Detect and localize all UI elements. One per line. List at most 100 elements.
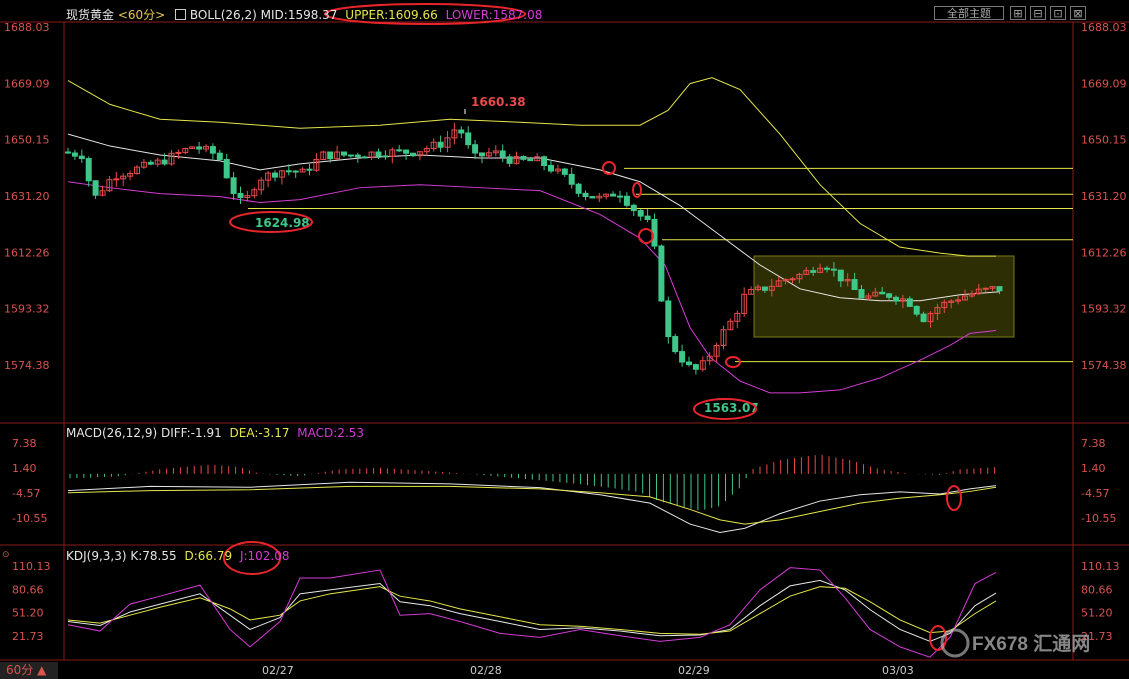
macd-tick-right: 1.40 — [1081, 462, 1106, 475]
candle-body — [209, 146, 216, 154]
price-tick-right: 1593.32 — [1081, 303, 1127, 316]
candle-body — [548, 164, 554, 172]
price-tick-right: 1688.03 — [1081, 21, 1127, 34]
candle-body — [623, 195, 630, 206]
macd-tick-right: 7.38 — [1081, 437, 1106, 450]
candle-body — [92, 180, 99, 196]
price-tick-left: 1593.32 — [4, 303, 50, 316]
candle-body — [893, 296, 899, 302]
candle-body — [879, 291, 886, 295]
candle-body — [644, 215, 651, 220]
candle-body — [568, 173, 575, 185]
price-tick-left: 1688.03 — [4, 21, 50, 34]
candle-body — [175, 151, 182, 154]
candle-body — [65, 151, 71, 154]
candle-body — [658, 245, 665, 302]
price-tick-left: 1669.09 — [4, 77, 50, 90]
kdj-d-line — [67, 586, 997, 635]
candle-body — [575, 183, 582, 194]
date-axis: 02/27 02/28 02/29 03/03 — [262, 664, 914, 677]
candle-body — [913, 305, 920, 315]
candle-body — [306, 168, 313, 171]
macd-value: MACD:2.53 — [297, 426, 365, 440]
period-label[interactable]: <60分> — [118, 8, 165, 22]
candle-body — [375, 151, 382, 157]
kdj-tick-left: 21.73 — [12, 630, 44, 643]
macd-axis: 7.38 7.38 1.40 1.40 -4.57 -4.57 -10.55 -10.55 — [12, 437, 1116, 525]
layout-icon-3[interactable]: ⊡ — [1050, 6, 1066, 20]
candle-body — [230, 177, 237, 194]
kdj-tick-left: 51.20 — [12, 607, 44, 620]
boll-lower: LOWER:1587.08 — [445, 8, 543, 22]
kdj-tick-left: 110.13 — [12, 560, 51, 573]
candle-body — [761, 286, 768, 291]
candle-body — [665, 300, 672, 338]
macd-diff: DIFF:-1.91 — [160, 426, 222, 440]
macd-tick-left: 1.40 — [12, 462, 37, 475]
candle-body — [679, 351, 686, 363]
kdj-settings-icon[interactable]: ⊙ — [2, 550, 10, 560]
candle-body — [851, 279, 858, 291]
boll-icon — [175, 9, 187, 20]
symbol-name: 现货黄金 — [66, 8, 115, 22]
period-footer[interactable]: 60分 ▲ — [0, 662, 58, 679]
candle-body — [630, 204, 637, 212]
kdj-label: KDJ(9,3,3) — [66, 549, 127, 563]
candle-body — [561, 168, 568, 175]
boll-label: BOLL(26,2) — [189, 8, 257, 22]
macd-label: MACD(26,12,9) — [66, 426, 158, 440]
kdj-j: J:102.08 — [239, 549, 290, 563]
price-axis-right: 1688.03 1669.09 1650.15 1631.20 1612.26 1593.… — [1081, 21, 1127, 372]
candle-body — [437, 141, 444, 148]
candle-body — [71, 152, 78, 157]
price-tick-right: 1650.15 — [1081, 134, 1127, 147]
candle-body — [85, 158, 92, 182]
kdj-tick-right: 80.66 — [1081, 583, 1113, 596]
boll-upper: UPPER:1609.66 — [345, 8, 438, 22]
candle-body — [996, 286, 1003, 292]
theme-button[interactable]: 全部主题 — [934, 6, 1004, 20]
price-tick-left: 1612.26 — [4, 246, 50, 259]
date-label: 02/27 — [262, 664, 294, 677]
boll-upper-line — [67, 77, 996, 257]
candle-body — [637, 210, 644, 217]
candle-body — [382, 155, 389, 158]
price-axis-left: 1688.03 1669.09 1650.15 1631.20 1612.26 1593.… — [4, 21, 50, 372]
macd-dea-line — [67, 485, 997, 525]
kdj-d: D:66.79 — [184, 549, 233, 563]
candle-body — [906, 298, 913, 307]
candle-body — [327, 151, 334, 160]
price-tick-left: 1631.20 — [4, 190, 50, 203]
price-tick-right: 1669.09 — [1081, 77, 1127, 90]
candle-body — [886, 293, 893, 298]
kdj-j-line — [67, 567, 997, 658]
price-tick-right: 1574.38 — [1081, 359, 1127, 372]
layout-icon-4[interactable]: ⊠ — [1070, 6, 1086, 20]
candle-body — [347, 154, 354, 157]
candle-body — [113, 178, 120, 181]
layout-icon-2[interactable]: ⊟ — [1030, 6, 1046, 20]
frame — [0, 21, 1129, 661]
candle-body — [472, 144, 479, 154]
candle-body — [216, 152, 223, 160]
kdj-k-line — [67, 579, 997, 642]
boll-mid: MID:1598.37 — [260, 8, 338, 22]
kdj-header: KDJ(9,3,3) K:78.55 D:66.79 J:102.08 — [66, 549, 290, 563]
kdj-k: K:78.55 — [130, 549, 177, 563]
candle-body — [465, 132, 472, 146]
layout-icon-1[interactable]: ⊞ — [1010, 6, 1026, 20]
candle-body — [686, 361, 692, 366]
candle-body — [196, 146, 203, 150]
macd-tick-right: -4.57 — [1081, 487, 1109, 500]
candle-body — [361, 156, 368, 159]
candle-body — [237, 192, 244, 198]
consolidation-box — [753, 255, 1015, 338]
macd-tick-left: 7.38 — [12, 437, 37, 450]
candle-body — [858, 289, 865, 299]
candle-body — [354, 154, 361, 158]
candle-body — [982, 287, 989, 290]
macd-dea: DEA:-3.17 — [229, 426, 290, 440]
candle-body — [789, 278, 796, 281]
candle-body — [78, 155, 85, 160]
chart-canvas[interactable]: 1688.03 1669.09 1650.15 1631.20 1612.26 1593.… — [0, 0, 1129, 679]
